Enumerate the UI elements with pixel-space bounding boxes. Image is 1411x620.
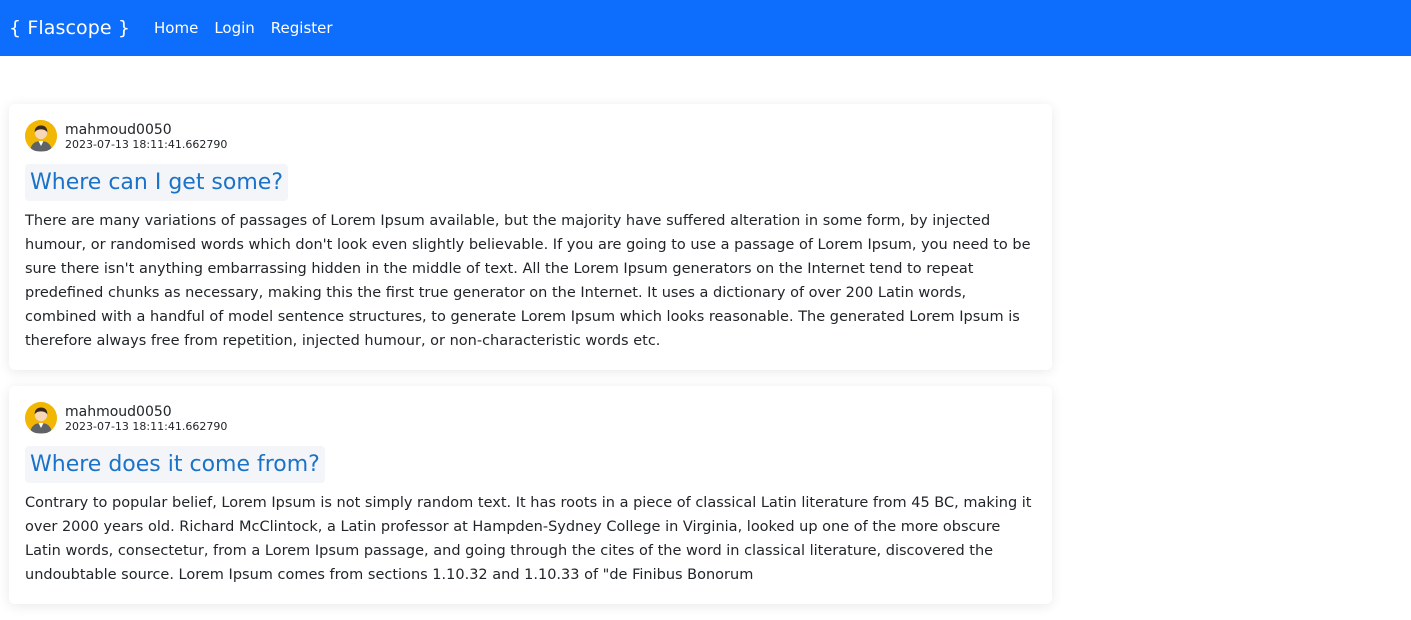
avatar[interactable] [25, 402, 57, 434]
post-meta-text: mahmoud0050 2023-07-13 18:11:41.662790 [65, 122, 227, 151]
post-card: mahmoud0050 2023-07-13 18:11:41.662790 W… [9, 104, 1052, 370]
post-date: 2023-07-13 18:11:41.662790 [65, 419, 228, 433]
avatar[interactable] [25, 120, 57, 152]
user-avatar-icon [25, 120, 57, 152]
post-meta: mahmoud0050 2023-07-13 18:11:41.662790 [25, 402, 1036, 434]
post-content: Contrary to popular belief, Lorem Ipsum … [25, 495, 1032, 583]
post-card: mahmoud0050 2023-07-13 18:11:41.662790 W… [9, 386, 1052, 604]
post-feed: mahmoud0050 2023-07-13 18:11:41.662790 W… [9, 104, 1052, 620]
nav-link-home[interactable]: Home [154, 19, 198, 37]
post-title[interactable]: Where can I get some? [30, 170, 283, 195]
post-author[interactable]: mahmoud0050 [65, 404, 227, 420]
post-meta-text: mahmoud0050 2023-07-13 18:11:41.662790 [65, 404, 227, 433]
post-title[interactable]: Where does it come from? [30, 452, 320, 477]
post-content: There are many variations of passages of… [25, 213, 1031, 349]
post-title-wrap: Where does it come from? [25, 446, 325, 483]
nav-link-login[interactable]: Login [214, 19, 254, 37]
brand-logo[interactable]: { Flascope } [9, 17, 130, 39]
top-navbar: { Flascope } Home Login Register [0, 0, 1411, 56]
nav-link-register[interactable]: Register [271, 19, 333, 37]
post-author[interactable]: mahmoud0050 [65, 122, 227, 138]
post-meta: mahmoud0050 2023-07-13 18:11:41.662790 [25, 120, 1036, 152]
user-avatar-icon [25, 402, 57, 434]
post-title-wrap: Where can I get some? [25, 164, 288, 201]
post-date: 2023-07-13 18:11:41.662790 [65, 137, 228, 151]
